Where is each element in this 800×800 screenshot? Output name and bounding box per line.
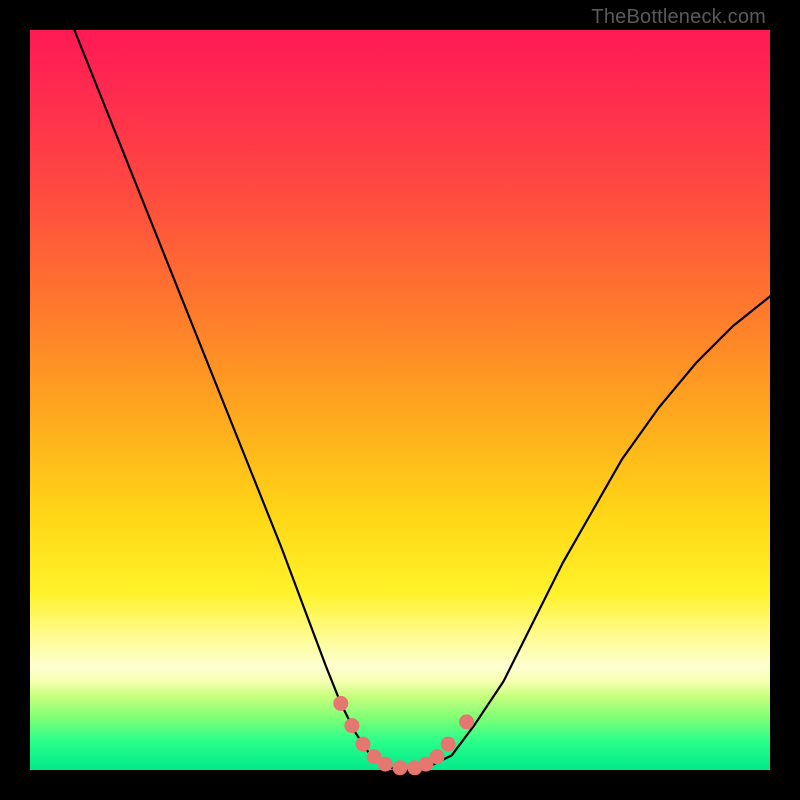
curve-marker [334, 696, 348, 710]
curve-marker [393, 761, 407, 775]
curve-marker [430, 750, 444, 764]
plot-area [30, 30, 770, 770]
chart-frame: TheBottleneck.com [0, 0, 800, 800]
curve-svg [30, 30, 770, 770]
curve-marker [378, 757, 392, 771]
curve-marker [441, 737, 455, 751]
watermark-text: TheBottleneck.com [591, 6, 766, 29]
bottleneck-curve [74, 30, 770, 770]
curve-markers [334, 696, 474, 774]
curve-marker [460, 715, 474, 729]
curve-marker [345, 719, 359, 733]
curve-marker [356, 737, 370, 751]
